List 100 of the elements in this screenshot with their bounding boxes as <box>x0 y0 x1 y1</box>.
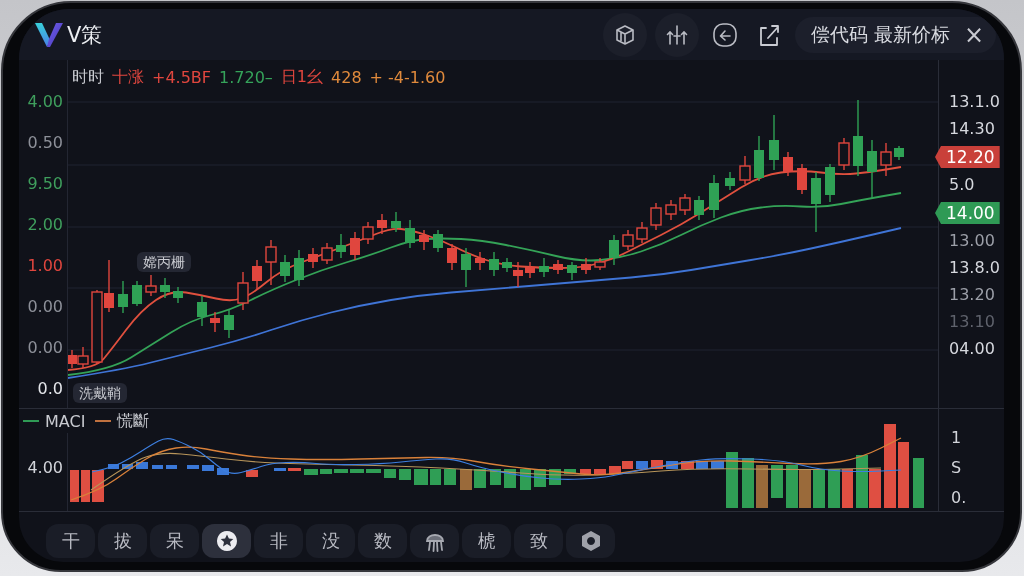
candle <box>145 274 157 297</box>
candle <box>419 229 429 251</box>
candle <box>350 231 360 261</box>
candle <box>308 247 318 269</box>
histogram-bar <box>726 452 738 508</box>
candle <box>237 271 249 311</box>
axis-label: 0.00 <box>27 338 63 358</box>
tool-button[interactable]: 干 <box>46 524 95 558</box>
histogram-bar <box>430 469 441 485</box>
histogram-bar <box>136 462 148 469</box>
histogram-bar <box>202 465 214 471</box>
axis-label: 0. <box>951 488 968 508</box>
histogram-bar <box>384 469 396 478</box>
candle <box>739 155 751 185</box>
candle <box>252 259 262 291</box>
axis-label: 5.0 <box>948 175 975 195</box>
candle <box>68 349 77 369</box>
tool-button[interactable] <box>202 524 251 558</box>
axis-label: 04.00 <box>948 339 995 359</box>
axis-label: 13.1.0 <box>948 92 1000 112</box>
candle <box>173 286 183 304</box>
histogram-bar <box>813 469 825 508</box>
candle <box>362 221 374 245</box>
tool-button[interactable] <box>566 524 615 558</box>
candle <box>104 259 114 313</box>
candle <box>609 234 619 266</box>
tool-button[interactable]: 致 <box>514 524 563 558</box>
candle <box>433 229 443 253</box>
axis-label: 1.00 <box>27 256 63 276</box>
histogram-bar <box>636 461 648 469</box>
chart-label: 嫦丙栅 <box>137 252 191 272</box>
candle <box>525 261 535 279</box>
search-chip[interactable]: 偿代码 最新价标 × <box>794 16 996 53</box>
histogram-bar <box>898 442 909 508</box>
candle <box>679 193 691 216</box>
tool-button[interactable]: 拔 <box>98 524 147 558</box>
candle <box>118 280 128 314</box>
candle <box>77 346 89 369</box>
histogram-bar <box>246 470 258 477</box>
histogram-bar <box>460 469 472 490</box>
candle <box>650 202 662 231</box>
quote-value: 428 <box>331 67 362 87</box>
chart-button[interactable] <box>654 12 699 57</box>
histogram-bar <box>187 465 199 469</box>
histogram-bar <box>320 469 332 474</box>
bar-chart-icon <box>665 24 688 45</box>
candle <box>636 221 648 244</box>
histogram-bar <box>799 469 811 508</box>
share-icon <box>757 23 780 46</box>
quote-value: + -4-1.60 <box>369 67 446 87</box>
axis-label: 1 <box>951 428 963 448</box>
histogram-bar <box>288 468 301 471</box>
logo-icon <box>35 22 63 47</box>
tool-button[interactable]: 椃 <box>462 524 511 558</box>
axis-label: 4.00 <box>27 458 63 478</box>
histogram-bar <box>681 461 694 469</box>
histogram-bar <box>217 468 229 475</box>
quote-value: +4.5BF <box>152 67 212 87</box>
hexagon-icon <box>580 531 601 551</box>
chart-label: 洗戴鞘 <box>73 383 127 403</box>
histogram-bar <box>520 469 531 490</box>
histogram-bar <box>666 461 678 469</box>
candle <box>336 233 346 259</box>
axis-label: 0.00 <box>27 297 63 317</box>
histogram-bar <box>366 469 381 473</box>
histogram-bar <box>414 469 428 485</box>
tool-button[interactable] <box>410 524 459 558</box>
histogram-bar <box>842 469 853 508</box>
quote-value: 时时 <box>72 66 104 88</box>
histogram-bar <box>869 469 881 508</box>
histogram-bar <box>594 469 606 474</box>
tool-button[interactable]: 数 <box>358 524 407 558</box>
candle <box>405 219 415 249</box>
axis-label: 14.30 <box>948 119 995 139</box>
tool-button[interactable]: 非 <box>254 524 303 558</box>
candle <box>769 114 779 171</box>
cube-button[interactable] <box>602 12 647 57</box>
histogram-bar <box>696 461 708 469</box>
candle <box>694 195 704 221</box>
candle <box>391 211 401 233</box>
histogram-bar <box>350 469 364 473</box>
candle <box>265 239 277 286</box>
candle <box>377 213 387 235</box>
tool-button[interactable]: 呆 <box>150 524 199 558</box>
candle <box>797 163 807 195</box>
close-button[interactable]: × <box>963 22 984 47</box>
histogram-bar <box>786 465 798 508</box>
candle <box>539 257 549 278</box>
candle <box>210 311 220 333</box>
candle <box>132 280 142 307</box>
candle <box>594 257 606 271</box>
candle <box>709 174 719 219</box>
candle <box>447 243 457 271</box>
candle <box>461 247 471 288</box>
axis-label: 13.00 <box>948 231 995 251</box>
tool-button[interactable]: 没 <box>306 524 355 558</box>
star-badge-icon <box>216 531 237 551</box>
legend-label: MACI <box>45 411 86 431</box>
candle <box>475 251 485 271</box>
histogram-bar <box>913 458 924 508</box>
